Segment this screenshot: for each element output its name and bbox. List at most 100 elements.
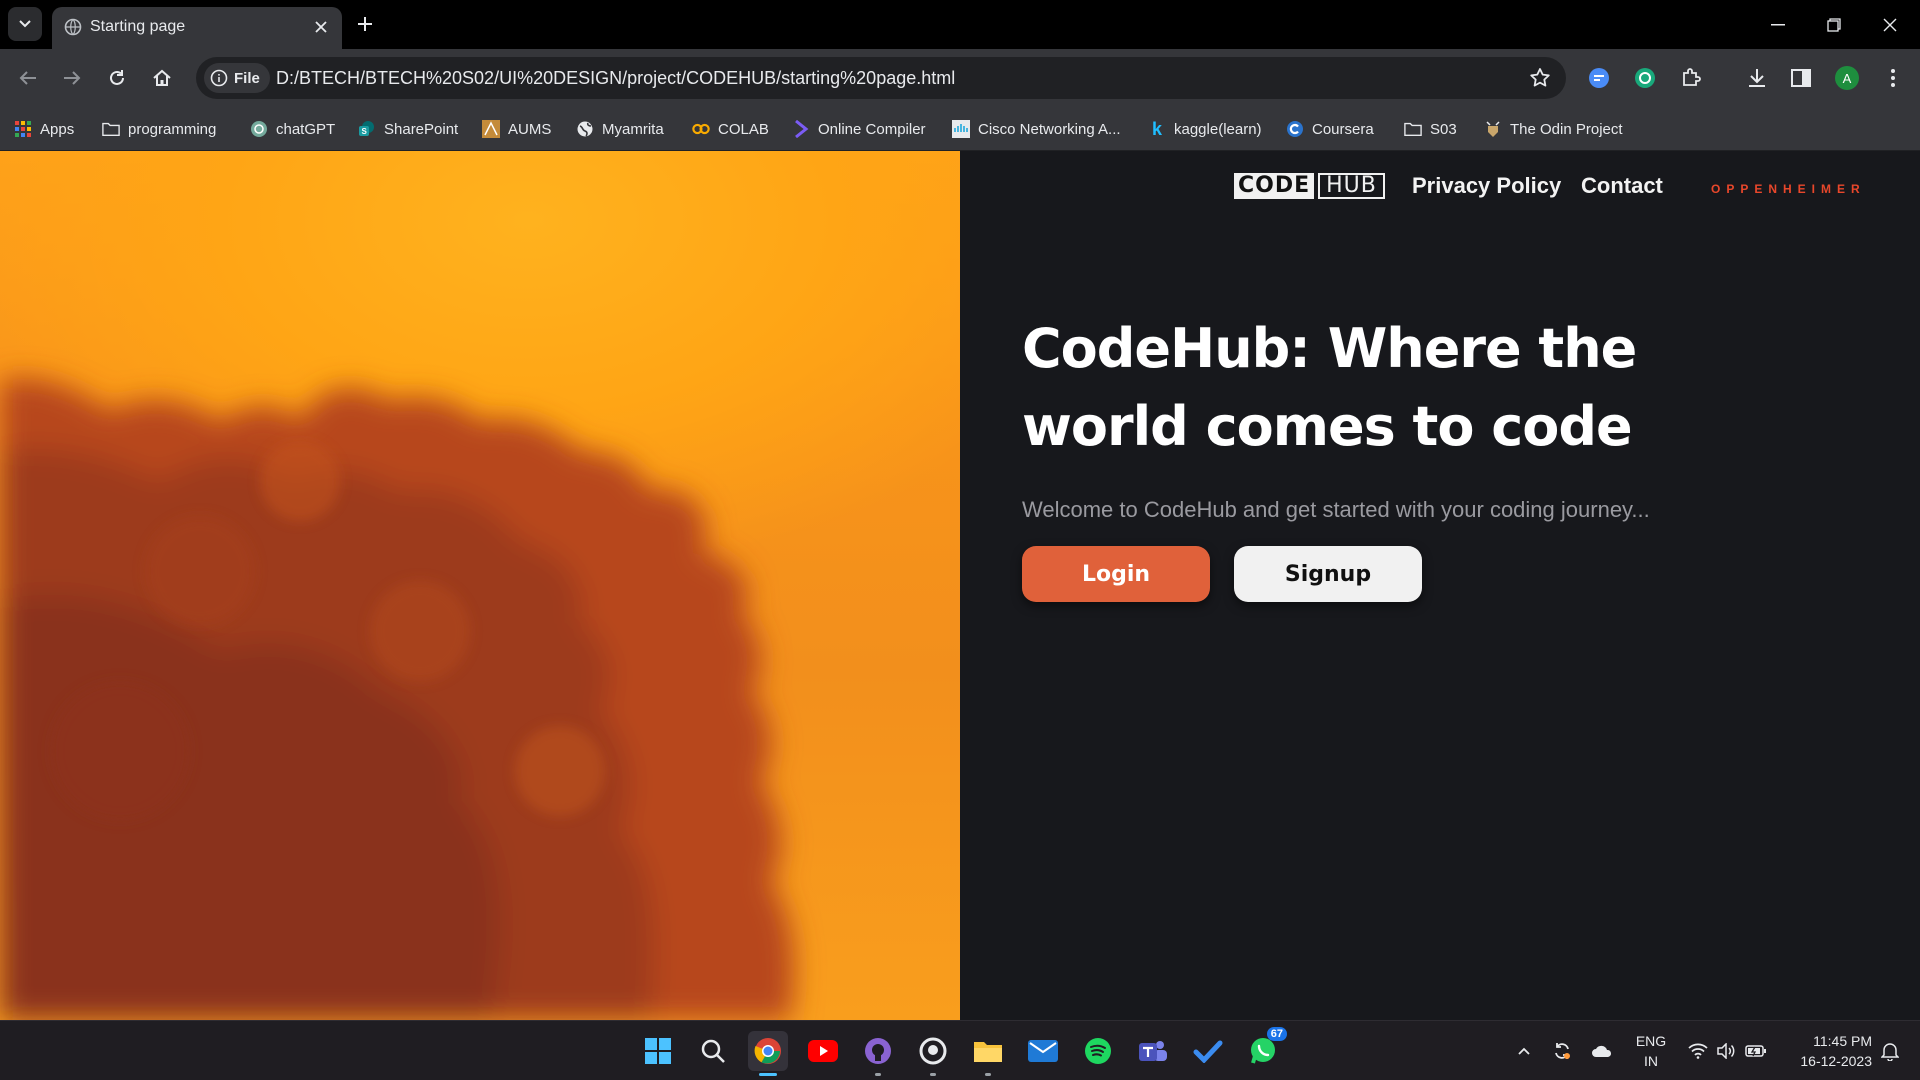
cloud-illustration [0,378,794,1020]
signup-button[interactable]: Signup [1234,546,1422,602]
extensions-button[interactable] [1676,63,1706,93]
kaggle-icon: k [1151,118,1162,139]
tray-battery[interactable] [1742,1031,1770,1071]
nav-contact[interactable]: Contact [1581,173,1663,199]
taskbar-todo[interactable] [1188,1031,1228,1071]
bookmark-programming[interactable]: programming [102,115,216,143]
browser-tab-strip: Starting page [0,0,1920,49]
brand-text: OPPENHEIMER [1711,182,1866,196]
bookmark-label: COLAB [718,120,769,138]
minimize-icon [1771,23,1785,25]
side-panel-button[interactable] [1786,63,1816,93]
chatgpt-icon [250,120,268,138]
profile-button[interactable]: A [1832,63,1862,93]
bookmark-label: Myamrita [602,120,664,138]
new-tab-button[interactable] [352,11,378,37]
chat-extension-icon [1589,68,1609,88]
volume-icon [1717,1043,1735,1059]
hero-headline: CodeHub: Where the world comes to code [1022,317,1637,458]
bookmark-cisco[interactable]: Cisco Networking A... [952,115,1121,143]
sync-icon [1555,1043,1570,1059]
tray-sync[interactable] [1548,1031,1576,1071]
cloud-icon [1592,1045,1612,1057]
downloads-button[interactable] [1742,63,1772,93]
checkmark-icon [1193,1040,1223,1063]
bookmark-s03[interactable]: S03 [1404,115,1457,143]
bookmark-label: AUMS [508,120,552,138]
site-info-chip[interactable]: File [204,63,270,93]
bookmark-label: The Odin Project [1510,120,1623,138]
site-info-label: File [234,69,260,87]
lang-region: IN [1644,1053,1658,1069]
taskbar-teams[interactable] [1133,1031,1173,1071]
hero-cloud-image [0,151,960,1020]
extension-chatgpt-button[interactable] [1630,63,1660,93]
notifications-button[interactable] [1876,1031,1904,1071]
github-icon [865,1038,891,1064]
close-icon [1883,18,1897,31]
taskbar-whatsapp[interactable]: 67 [1243,1027,1287,1071]
bookmark-kaggle[interactable]: k kaggle(learn) [1148,115,1262,143]
bookmark-coursera[interactable]: Coursera [1286,115,1374,143]
bookmark-label: kaggle(learn) [1174,120,1262,138]
svg-text:S: S [362,127,368,136]
side-panel-icon [1791,69,1811,87]
aums-icon [482,120,500,138]
bookmark-odin-project[interactable]: The Odin Project [1484,115,1623,143]
chrome-icon [754,1038,781,1064]
start-button[interactable] [638,1031,678,1071]
bookmark-colab[interactable]: COLAB [692,115,769,143]
forward-button[interactable] [57,63,87,93]
browser-tab[interactable]: Starting page [52,7,342,49]
restore-button[interactable] [1806,0,1862,49]
mail-icon [1028,1040,1058,1062]
site-navbar: CODE HUB Privacy Policy Contact OPPENHEI… [960,151,1920,221]
bookmark-label: Online Compiler [818,120,926,138]
codehub-logo[interactable]: CODE HUB [1234,173,1385,199]
bookmark-online-compiler[interactable]: Online Compiler [792,115,926,143]
window-close-button[interactable] [1862,0,1918,49]
language-indicator[interactable]: ENG IN [1630,1031,1672,1071]
address-bar[interactable]: File D:/BTECH/BTECH%20S02/UI%20DESIGN/pr… [196,57,1566,99]
taskbar-file-explorer[interactable] [968,1031,1008,1076]
tray-overflow-button[interactable] [1512,1031,1536,1071]
tray-onedrive[interactable] [1588,1031,1616,1071]
taskbar-search-button[interactable] [693,1031,733,1071]
tab-close-button[interactable] [310,16,332,38]
menu-button[interactable] [1878,63,1908,93]
running-indicator [759,1073,777,1076]
taskbar-spotify[interactable] [1078,1031,1118,1071]
taskbar-chrome[interactable] [748,1031,788,1076]
avatar: A [1835,66,1859,90]
bookmark-sharepoint[interactable]: S SharePoint [358,115,458,143]
running-indicator [930,1073,936,1076]
nav-privacy-policy[interactable]: Privacy Policy [1412,173,1561,199]
running-indicator [985,1073,991,1076]
taskbar-mail[interactable] [1023,1031,1063,1071]
bookmark-label: S03 [1430,120,1457,138]
bookmark-apps[interactable]: Apps [14,115,74,143]
tray-volume[interactable] [1712,1031,1740,1071]
bookmark-star-icon[interactable] [1528,66,1552,90]
bookmark-aums[interactable]: AUMS [482,115,551,143]
back-button[interactable] [13,63,43,93]
chevron-up-icon [1518,1047,1530,1055]
home-button[interactable] [147,63,177,93]
taskbar-github-desktop[interactable] [913,1031,953,1076]
extension-chat-button[interactable] [1584,63,1614,93]
taskbar-github[interactable] [858,1031,898,1076]
colab-icon [692,120,710,138]
reload-button[interactable] [102,63,132,93]
bookmark-myamrita[interactable]: Myamrita [576,115,664,143]
taskbar-youtube[interactable] [803,1031,843,1071]
url-text[interactable]: D:/BTECH/BTECH%20S02/UI%20DESIGN/project… [276,68,955,89]
login-button[interactable]: Login [1022,546,1210,602]
tab-search-button[interactable] [8,7,42,41]
system-clock[interactable]: 11:45 PM 16-12-2023 [1784,1031,1872,1071]
plus-icon [358,17,372,31]
bookmark-chatgpt[interactable]: chatGPT [250,115,335,143]
arrow-right-icon [64,71,81,85]
minimize-button[interactable] [1750,0,1806,49]
info-icon [210,69,228,87]
tray-wifi[interactable] [1684,1031,1712,1071]
